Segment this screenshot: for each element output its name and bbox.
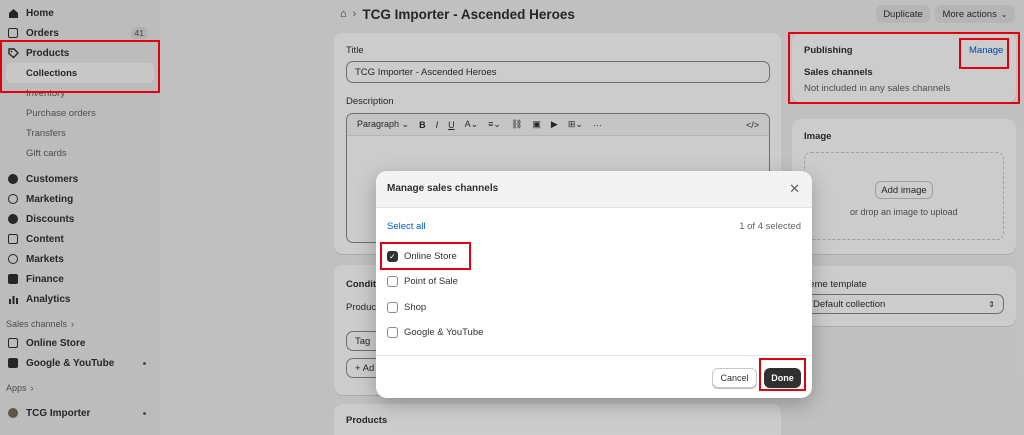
- checkbox[interactable]: [387, 275, 398, 287]
- channel-label: Shop: [404, 301, 427, 313]
- checkbox-checked[interactable]: ✓: [387, 250, 398, 262]
- cancel-button[interactable]: Cancel: [712, 368, 757, 388]
- modal-title: Manage sales channels: [387, 183, 499, 194]
- selected-count: 1 of 4 selected: [739, 221, 801, 232]
- select-all-link[interactable]: Select all: [387, 221, 426, 232]
- checkbox[interactable]: [387, 301, 398, 313]
- modal-footer: Cancel Done: [376, 355, 812, 398]
- channel-option-online-store[interactable]: ✓ Online Store: [387, 249, 457, 263]
- close-icon[interactable]: ✕: [789, 181, 800, 197]
- done-button[interactable]: Done: [764, 368, 801, 388]
- modal-header: Manage sales channels ✕: [376, 171, 812, 208]
- channel-label: Point of Sale: [404, 275, 458, 287]
- checkbox[interactable]: [387, 326, 398, 338]
- channel-option-shop[interactable]: Shop: [387, 300, 426, 314]
- channel-option-point-of-sale[interactable]: Point of Sale: [387, 274, 458, 288]
- channel-label: Online Store: [404, 250, 457, 262]
- manage-sales-channels-modal: Manage sales channels ✕ Select all 1 of …: [376, 171, 812, 398]
- channel-option-google-youtube[interactable]: Google & YouTube: [387, 325, 483, 339]
- channel-label: Google & YouTube: [404, 326, 484, 338]
